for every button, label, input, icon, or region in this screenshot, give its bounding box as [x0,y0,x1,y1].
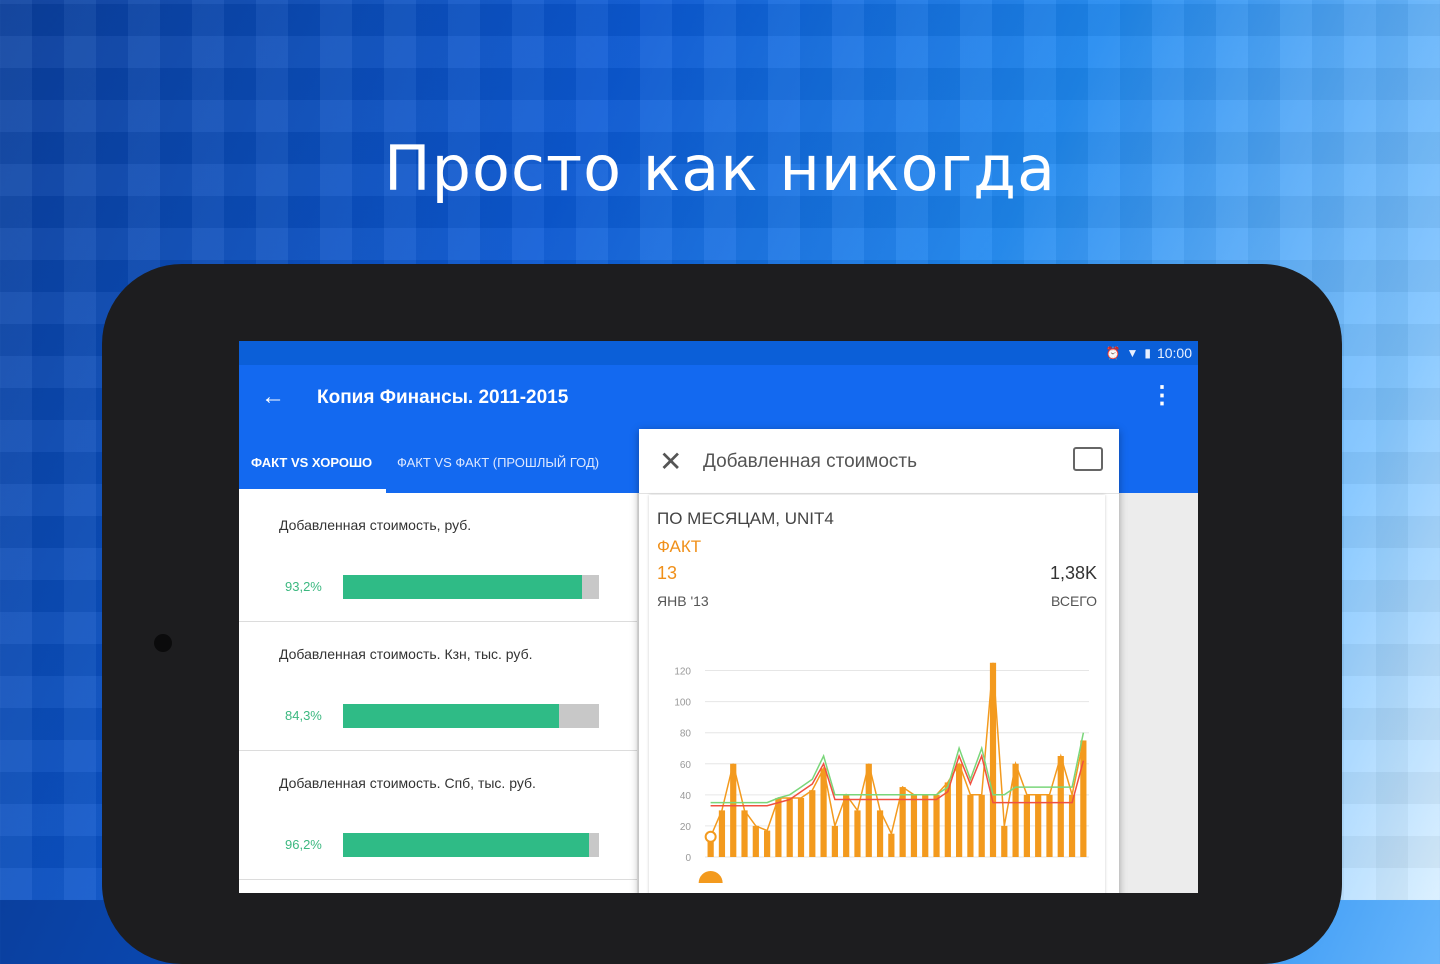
selected-point [704,830,717,843]
y-tick-label: 120 [674,667,691,678]
bar [910,794,918,857]
panel-title: Добавленная стоимость [703,451,917,472]
bar-line-chart[interactable]: 0 20 40 60 80 100 120 [649,635,1105,893]
detail-panel: ✕ Добавленная стоимость ПО МЕСЯЦАМ, UNIT… [639,429,1119,893]
bar [797,797,805,857]
back-arrow-icon[interactable]: ← [261,383,285,411]
bar [786,797,793,857]
bar [752,825,759,857]
bar [1001,825,1008,857]
y-tick-label: 40 [680,791,692,802]
y-tick-label: 60 [680,760,692,771]
selected-date: ЯНВ '13 [657,593,709,609]
headline: Просто как никогда [384,132,1056,205]
list-item[interactable]: Добавленная стоимость, руб. 93,2% [239,493,637,622]
progress-track [343,833,599,857]
bar [978,794,985,857]
y-tick-label: 80 [680,729,692,740]
progress-fill [343,704,559,728]
bar [1057,756,1064,857]
total-value: 1,38K [1049,563,1097,583]
list-item[interactable]: Добавленная стоимость. Спб, тыс. руб. 96… [239,751,637,880]
bar [865,763,872,857]
panel-header: ✕ Добавленная стоимость [639,429,1119,494]
camera-icon [154,634,172,652]
close-icon[interactable]: ✕ [659,445,682,478]
wifi-icon: ▼ [1126,346,1139,360]
tab-fact-vs-good[interactable]: Факт vs хорошо [251,455,372,470]
kpi-label: Добавленная стоимость. Спб, тыс. руб. [279,775,536,791]
bar [967,794,974,857]
bar [922,794,929,857]
battery-icon: ▮ [1144,346,1151,360]
chart-subtitle: ПО МЕСЯЦАМ, UNIT4 [657,509,834,528]
bar [831,825,838,857]
app-bar: ← Копия Финансы. 2011-2015 ⋮ [239,365,1198,429]
bar [956,763,963,857]
app-screen: ⏰ ▼ ▮ 10:00 ← Копия Финансы. 2011-2015 ⋮… [239,341,1198,893]
y-tick-label: 20 [680,822,692,833]
y-tick-label: 0 [685,853,691,864]
list-item[interactable]: Добавленная стоимость. Кзн, тыс. руб. 84… [239,622,637,751]
bar [775,797,782,857]
bar [741,810,748,857]
bar [718,810,726,857]
kpi-label: Добавленная стоимость. Кзн, тыс. руб. [279,646,533,662]
chart-card: ПО МЕСЯЦАМ, UNIT4 ФАКТ 13 ЯНВ '13 1,38K … [649,495,1105,893]
bar [1023,794,1030,857]
plan-line-green [710,732,1085,804]
progress-fill [343,575,582,599]
y-tick-label: 100 [674,698,691,709]
page-title: Копия Финансы. 2011-2015 [317,387,569,408]
kpi-list: Добавленная стоимость, руб. 93,2% Добавл… [239,493,637,893]
progress-track [343,704,599,728]
kpi-percent: 84,3% [285,708,322,723]
bar [1080,740,1087,857]
progress-track [343,575,599,599]
progress-fill [343,833,590,857]
bar [854,810,861,857]
bar [1068,794,1076,857]
tab-fact-vs-last-year[interactable]: Факт vs факт (прошлый год) [397,455,599,470]
bar [730,763,737,857]
kpi-percent: 96,2% [285,837,322,852]
scrub-handle [698,871,723,883]
chart-metric: ФАКТ [657,537,702,556]
bar [1046,794,1053,857]
bar [1035,794,1042,857]
bar [809,790,816,857]
status-bar: ⏰ ▼ ▮ 10:00 [239,341,1198,365]
kpi-percent: 93,2% [285,579,322,594]
more-vert-icon[interactable]: ⋮ [1150,381,1174,410]
kpi-label: Добавленная стоимость, руб. [279,517,472,533]
bar [933,794,940,857]
total-label: ВСЕГО [1050,593,1097,609]
bar [843,794,850,857]
bar [888,833,895,857]
bar [876,810,884,857]
alarm-icon: ⏰ [1105,346,1121,360]
bar [764,830,771,857]
status-time: 10:00 [1156,345,1192,361]
fullscreen-icon[interactable] [1073,447,1103,471]
selected-value: 13 [657,563,678,583]
